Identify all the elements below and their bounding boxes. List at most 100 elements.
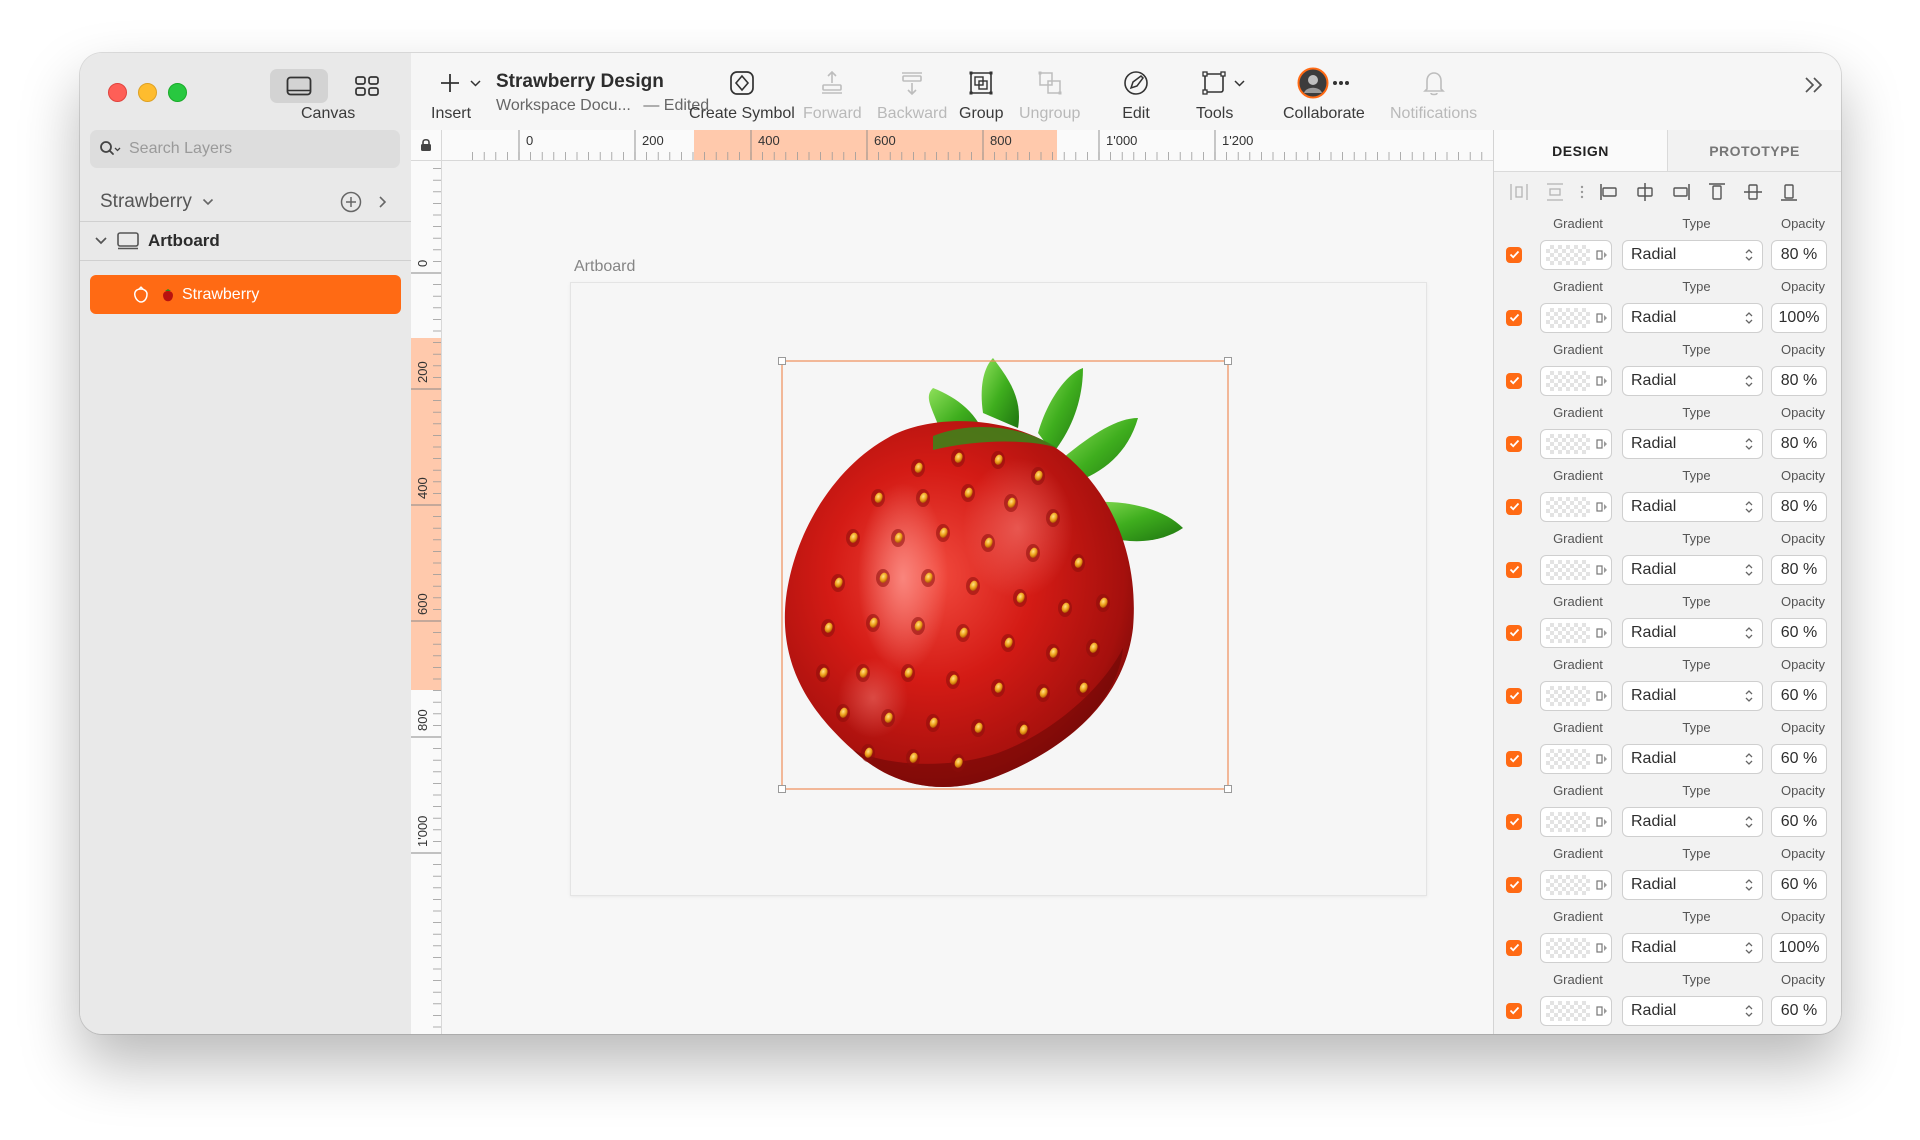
checkmark-icon [1509,313,1519,322]
resize-handle-top-right[interactable] [1224,357,1232,365]
ungroup-button[interactable]: Ungroup [1019,67,1080,123]
gradient-swatch[interactable] [1540,617,1612,648]
disclosure-chevron-icon[interactable] [94,236,108,246]
align-middle-vertical-icon[interactable] [1742,181,1764,203]
tab-design[interactable]: DESIGN [1494,130,1668,171]
distribute-horizontal-icon[interactable] [1508,181,1530,203]
opacity-field[interactable]: 60 % [1771,743,1827,774]
gradient-header: Gradient [1553,971,1603,987]
align-right-icon[interactable] [1670,181,1692,203]
align-center-horizontal-icon[interactable] [1634,181,1656,203]
resize-handle-bottom-left[interactable] [778,785,786,793]
artboard-title[interactable]: Artboard [574,258,635,276]
forward-button[interactable]: Forward [803,67,862,123]
fill-enabled-checkbox[interactable] [1506,813,1522,830]
opacity-field[interactable]: 60 % [1771,995,1827,1026]
notifications-button[interactable]: Notifications [1390,67,1477,123]
gradient-swatch[interactable] [1540,239,1612,270]
gradient-type-select[interactable]: Radial [1622,428,1763,459]
gradient-swatch[interactable] [1540,491,1612,522]
insert-button[interactable]: Insert [431,67,487,123]
resize-handle-bottom-right[interactable] [1224,785,1232,793]
create-symbol-button[interactable]: Create Symbol [689,67,795,123]
fill-enabled-checkbox[interactable] [1506,876,1522,893]
opacity-field[interactable]: 60 % [1771,806,1827,837]
opacity-field[interactable]: 60 % [1771,680,1827,711]
gradient-swatch[interactable] [1540,869,1612,900]
fill-enabled-checkbox[interactable] [1506,435,1522,452]
vertical-ruler[interactable]: 0 200 400 600 800 1'000 [411,160,442,1034]
collaborate-button[interactable]: Collaborate [1283,67,1365,123]
gradient-type-select[interactable]: Radial [1622,995,1763,1026]
gradient-picker-icon [1596,753,1607,764]
search-layers[interactable] [90,130,400,168]
zoom-window-button[interactable] [168,83,187,102]
gradient-swatch[interactable] [1540,806,1612,837]
gradient-type-select[interactable]: Radial [1622,869,1763,900]
fill-enabled-checkbox[interactable] [1506,687,1522,704]
gradient-swatch[interactable] [1540,428,1612,459]
fill-enabled-checkbox[interactable] [1506,309,1522,326]
gradient-type-select[interactable]: Radial [1622,617,1763,648]
edit-button[interactable]: Edit [1122,67,1150,123]
gradient-type-select[interactable]: Radial [1622,491,1763,522]
fill-enabled-checkbox[interactable] [1506,561,1522,578]
resize-handle-top-left[interactable] [778,357,786,365]
gradient-swatch[interactable] [1540,554,1612,585]
chevron-right-icon[interactable] [378,195,388,209]
gradient-swatch[interactable] [1540,365,1612,396]
page-selector[interactable]: Strawberry [100,187,400,217]
gradient-type-select[interactable]: Radial [1622,806,1763,837]
fill-enabled-checkbox[interactable] [1506,246,1522,263]
fill-enabled-checkbox[interactable] [1506,1002,1522,1019]
add-page-icon[interactable] [340,191,362,213]
group-button[interactable]: Group [959,67,1003,123]
selection-bounding-box[interactable] [777,356,1235,796]
gradient-type-select[interactable]: Radial [1622,680,1763,711]
gradient-type-select[interactable]: Radial [1622,932,1763,963]
layer-artboard[interactable]: Artboard [94,231,220,251]
opacity-field[interactable]: 80 % [1771,428,1827,459]
ruler-lock-button[interactable] [411,130,442,161]
fill-enabled-checkbox[interactable] [1506,750,1522,767]
gradient-swatch[interactable] [1540,680,1612,711]
search-layers-input[interactable] [127,139,381,159]
align-bottom-icon[interactable] [1778,181,1800,203]
fill-row: Radial 100% [1506,927,1831,968]
close-window-button[interactable] [108,83,127,102]
fill-enabled-checkbox[interactable] [1506,498,1522,515]
opacity-field[interactable]: 100% [1771,302,1827,333]
gradient-swatch[interactable] [1540,743,1612,774]
fill-row: Radial 60 % [1506,864,1831,905]
backward-button[interactable]: Backward [877,67,947,123]
align-left-icon[interactable] [1598,181,1620,203]
gradient-type-select[interactable]: Radial [1622,239,1763,270]
fill-enabled-checkbox[interactable] [1506,624,1522,641]
minimize-window-button[interactable] [138,83,157,102]
horizontal-ruler[interactable]: 0 200 400 600 800 1'000 1'200 [411,130,1494,161]
opacity-field[interactable]: 60 % [1771,617,1827,648]
opacity-field[interactable]: 80 % [1771,491,1827,522]
gradient-type-select[interactable]: Radial [1622,365,1763,396]
gradient-type-select[interactable]: Radial [1622,743,1763,774]
tab-prototype[interactable]: PROTOTYPE [1668,130,1841,171]
layer-strawberry[interactable]: Strawberry [90,275,401,314]
fill-enabled-checkbox[interactable] [1506,939,1522,956]
gradient-swatch[interactable] [1540,932,1612,963]
gradient-type-select[interactable]: Radial [1622,554,1763,585]
fill-enabled-checkbox[interactable] [1506,372,1522,389]
opacity-field[interactable]: 60 % [1771,869,1827,900]
gradient-swatch[interactable] [1540,302,1612,333]
tools-button[interactable]: Tools [1196,67,1249,123]
align-top-icon[interactable] [1706,181,1728,203]
toolbar-overflow-button[interactable] [1803,75,1825,100]
opacity-field[interactable]: 80 % [1771,554,1827,585]
opacity-field[interactable]: 80 % [1771,239,1827,270]
opacity-field[interactable]: 80 % [1771,365,1827,396]
opacity-field[interactable]: 100% [1771,932,1827,963]
components-view-button[interactable] [338,69,396,103]
gradient-type-select[interactable]: Radial [1622,302,1763,333]
distribute-vertical-icon[interactable] [1544,181,1566,203]
canvas-view-button[interactable] [270,69,328,103]
gradient-swatch[interactable] [1540,995,1612,1026]
